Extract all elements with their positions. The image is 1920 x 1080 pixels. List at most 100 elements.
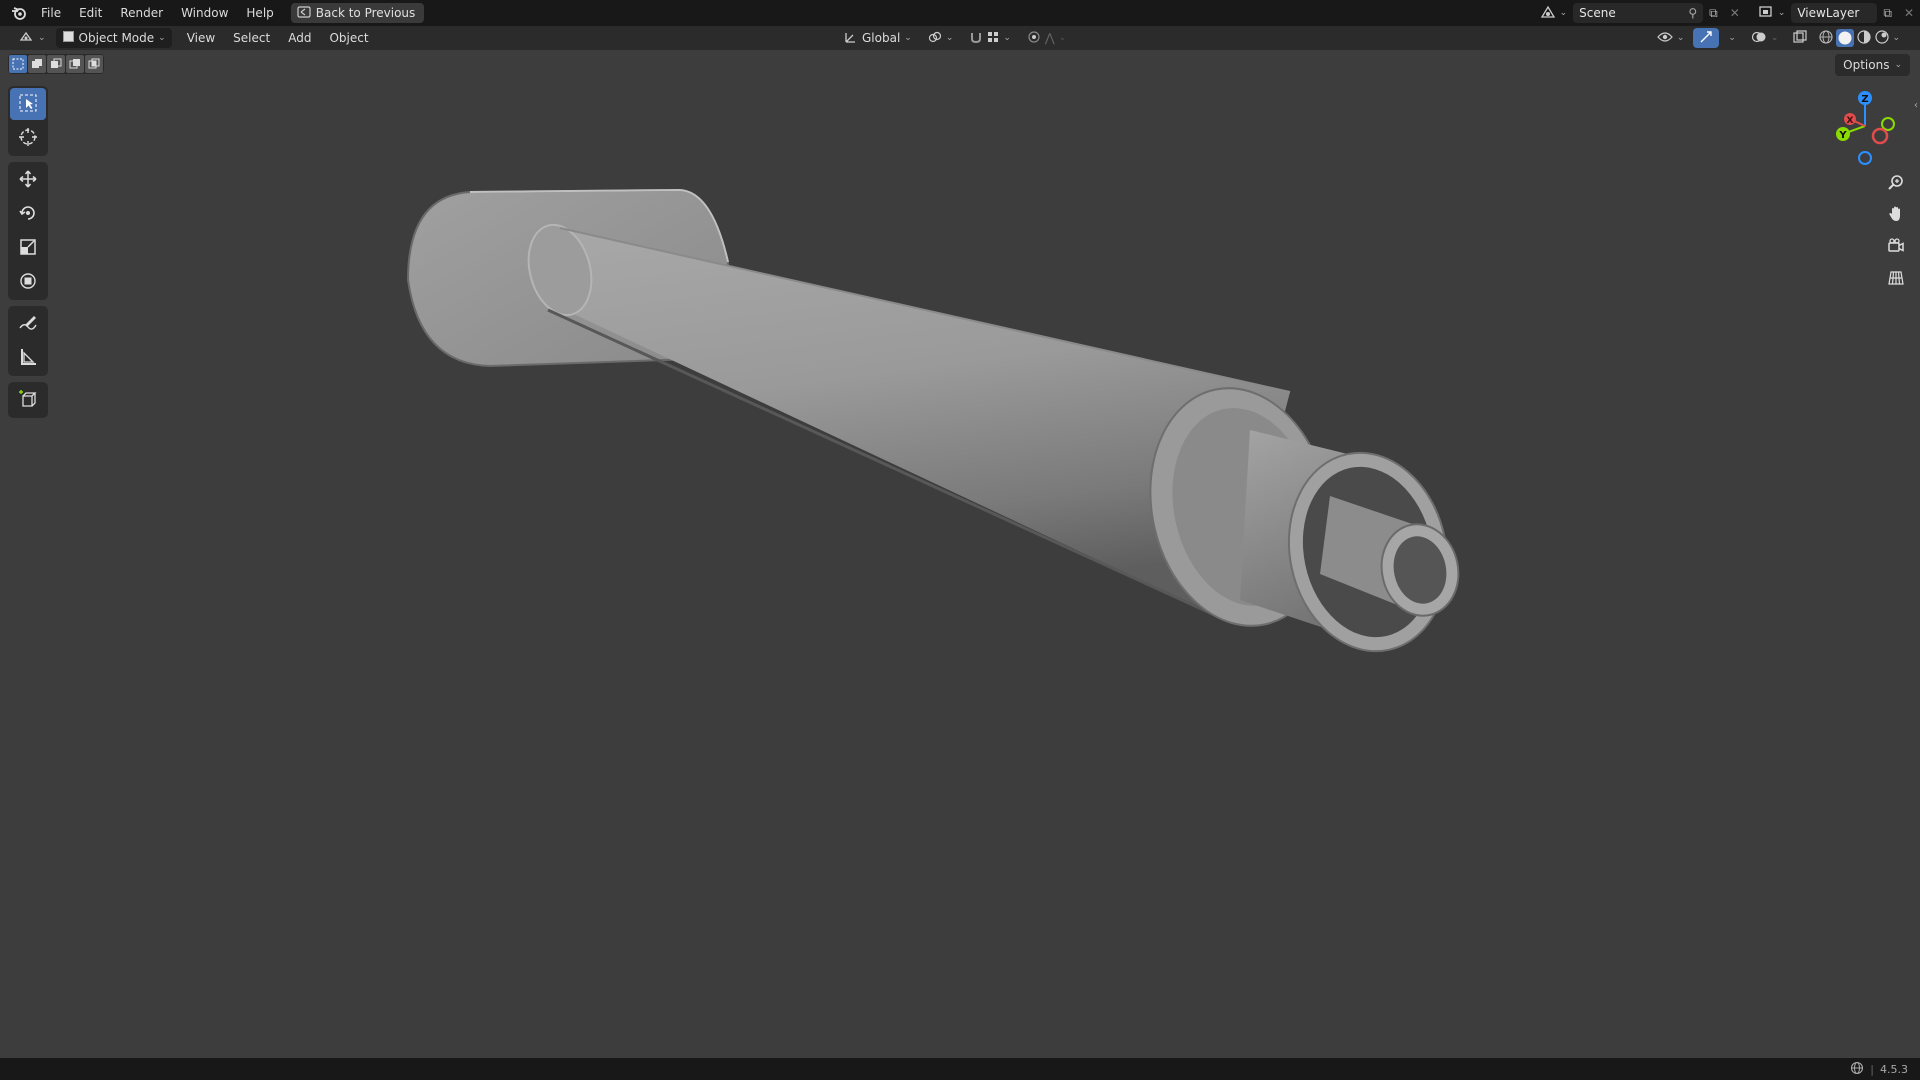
status-bar: | 4.5.3 (0, 1058, 1920, 1080)
new-scene-button[interactable]: ⧉ (1703, 3, 1724, 23)
overlay-toggle[interactable]: ⌄ (1745, 28, 1785, 48)
close-icon: ✕ (1903, 6, 1914, 20)
menu-help[interactable]: Help (237, 2, 282, 24)
back-to-previous-button[interactable]: Back to Previous (290, 3, 425, 23)
object-mode-dropdown[interactable]: Object Mode ⌄ (55, 28, 172, 48)
network-icon[interactable] (1850, 1061, 1864, 1078)
sidebar-expand-arrow-icon[interactable]: ‹ (1914, 100, 1918, 111)
select-extend-icon[interactable] (28, 55, 46, 73)
viewlayer-selector-button[interactable]: ⌄ (1752, 3, 1792, 23)
scene-selector-button[interactable]: ⌄ (1534, 3, 1574, 23)
solid-shading-icon[interactable] (1836, 29, 1855, 47)
object-mode-label: Object Mode (78, 31, 155, 45)
menu-render[interactable]: Render (111, 2, 172, 24)
gizmo-toggle[interactable] (1693, 28, 1720, 48)
transform-orientation-icon (844, 30, 858, 47)
chevron-down-icon: ⌄ (1770, 33, 1779, 43)
xray-toggle[interactable] (1787, 28, 1813, 48)
select-new-icon[interactable] (9, 55, 27, 73)
tool-group-add (8, 382, 48, 418)
mesh-object[interactable] (406, 188, 1467, 666)
gizmo-icon (1699, 30, 1713, 47)
move-tool[interactable] (10, 164, 46, 196)
annotate-tool[interactable] (10, 308, 46, 340)
chevron-down-icon: ⌄ (1559, 8, 1568, 18)
rendered-shading-icon[interactable] (1874, 29, 1890, 48)
menu-view[interactable]: View (178, 27, 224, 49)
gizmo-z-label: Z (1861, 94, 1868, 105)
menu-object[interactable]: Object (320, 27, 377, 49)
viewlayer-icon (1758, 5, 1774, 22)
delete-scene-button[interactable]: ✕ (1724, 3, 1746, 23)
transform-orientation-dropdown[interactable]: Global ⌄ (838, 28, 918, 48)
menu-select[interactable]: Select (224, 27, 279, 49)
tool-group-select (8, 86, 48, 156)
viewlayer-name-field[interactable]: ViewLayer (1791, 3, 1878, 23)
transform-icon (18, 271, 38, 294)
object-mode-icon (62, 30, 75, 46)
gizmo-x-label: X (1847, 116, 1854, 126)
proportional-edit-toggle[interactable]: ⋀ ⌄ (1021, 28, 1072, 48)
blender-logo-icon[interactable] (6, 0, 32, 26)
camera-icon (1887, 237, 1905, 258)
delete-viewlayer-button[interactable]: ✕ (1898, 3, 1920, 23)
cursor-tool[interactable] (10, 122, 46, 154)
camera-view-button[interactable] (1882, 234, 1910, 260)
measure-tool[interactable] (10, 342, 46, 374)
scale-icon (18, 237, 38, 260)
menu-file[interactable]: File (32, 2, 70, 24)
select-intersect-icon[interactable] (85, 55, 103, 73)
zoom-view-button[interactable] (1882, 170, 1910, 196)
material-shading-icon[interactable] (1856, 29, 1872, 48)
rotate-tool[interactable] (10, 198, 46, 230)
editor-type-button[interactable]: ⌄ (12, 28, 52, 48)
menu-window[interactable]: Window (172, 2, 237, 24)
select-box-tool[interactable] (10, 88, 46, 120)
pin-icon[interactable]: ⚲ (1688, 6, 1697, 20)
xray-icon (1793, 29, 1808, 47)
transform-tool[interactable] (10, 266, 46, 298)
scene-icon (1540, 5, 1556, 22)
snap-toggle[interactable]: ⌄ (963, 28, 1017, 48)
pivot-point-dropdown[interactable]: ⌄ (922, 28, 960, 48)
add-cube-tool[interactable] (10, 384, 46, 416)
menu-edit[interactable]: Edit (70, 2, 111, 24)
select-box-icon (18, 93, 38, 116)
selectability-visibility-dropdown[interactable]: ⌄ (1651, 28, 1691, 48)
select-invert-icon[interactable] (66, 55, 84, 73)
measure-icon (18, 347, 38, 370)
add-cube-icon (18, 389, 38, 412)
chevron-down-icon: ⌄ (904, 33, 912, 43)
select-subtract-icon[interactable] (47, 55, 65, 73)
viewport-header: ⌄ Object Mode ⌄ View Select Add Object G… (0, 26, 1920, 50)
chevron-down-icon: ⌄ (1728, 33, 1736, 43)
scene-name-field[interactable]: Scene ⚲ (1573, 3, 1704, 23)
perspective-toggle-button[interactable] (1882, 266, 1910, 292)
pan-view-button[interactable] (1882, 202, 1910, 228)
tool-group-transform (8, 162, 48, 300)
chevron-down-icon[interactable]: ⌄ (1892, 33, 1900, 43)
chevron-down-icon: ⌄ (158, 33, 166, 43)
viewlayer-name-label: ViewLayer (1797, 6, 1860, 20)
tool-group-annotate (8, 306, 48, 376)
top-menu-bar: File Edit Render Window Help Back to Pre… (0, 0, 1920, 26)
chevron-down-icon: ⌄ (1777, 8, 1786, 18)
scene-name-label: Scene (1579, 6, 1616, 20)
options-label: Options (1843, 58, 1890, 72)
wireframe-shading-icon[interactable] (1818, 29, 1834, 48)
navigation-gizmo[interactable]: Z Y X (1820, 88, 1910, 168)
new-viewlayer-button[interactable]: ⧉ (1877, 3, 1898, 23)
gizmo-dropdown[interactable]: ⌄ (1722, 28, 1742, 48)
duplicate-icon: ⧉ (1709, 5, 1718, 20)
chevron-down-icon: ⌄ (945, 33, 954, 43)
scale-tool[interactable] (10, 232, 46, 264)
proportional-edit-icon (1027, 30, 1041, 47)
viewport-3d-scene[interactable] (0, 0, 1920, 1080)
annotate-icon (18, 313, 38, 336)
menu-add[interactable]: Add (279, 27, 320, 49)
hand-icon (1887, 205, 1905, 226)
selection-mode-group (8, 54, 104, 74)
options-dropdown[interactable]: Options ⌄ (1835, 54, 1910, 76)
version-label: 4.5.3 (1880, 1062, 1908, 1076)
back-icon (297, 5, 311, 21)
